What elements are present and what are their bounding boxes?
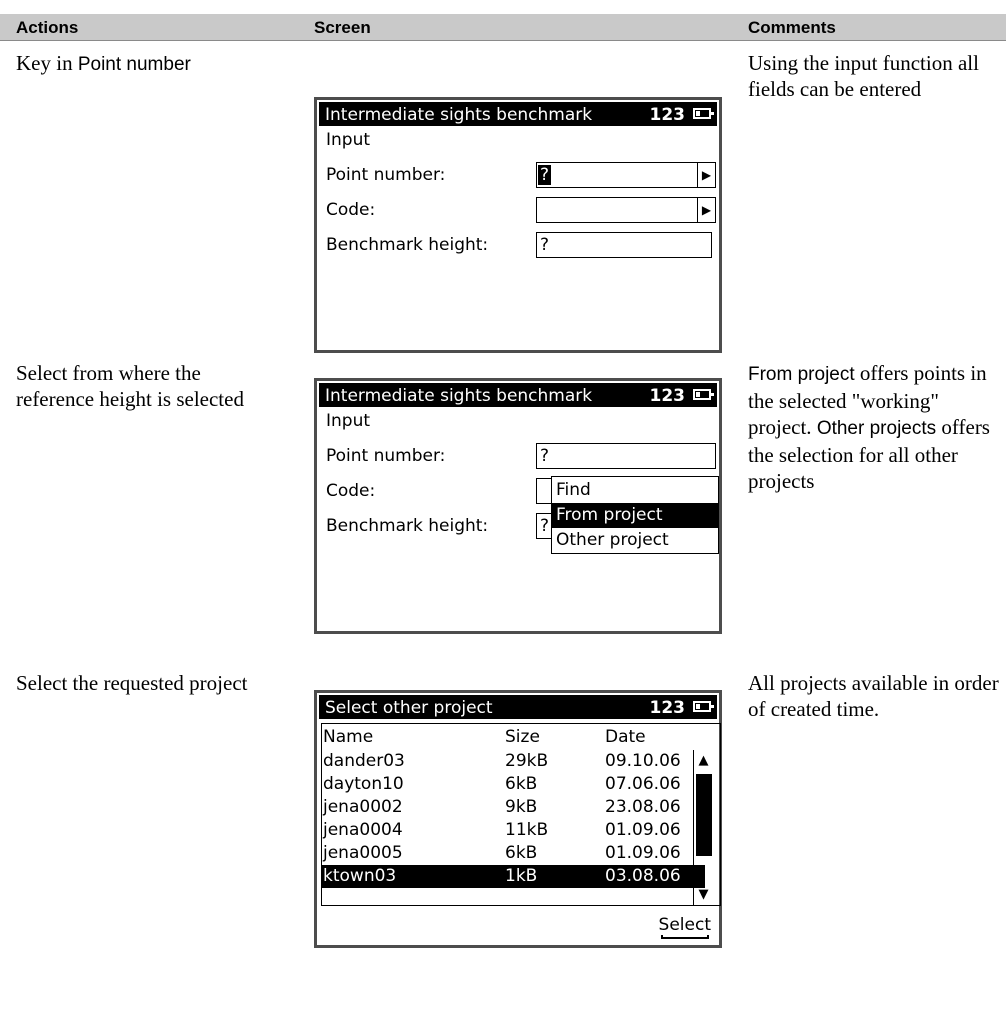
- field-label: Point number:: [326, 446, 446, 466]
- table-header: Actions Screen Comments: [0, 14, 1006, 41]
- table-row[interactable]: jena0004 11kB 01.09.06: [321, 819, 705, 842]
- menu-item-find[interactable]: Find: [552, 478, 718, 503]
- table-row[interactable]: jena0005 6kB 01.09.06: [321, 842, 705, 865]
- benchmark-height-field[interactable]: ?: [536, 232, 712, 258]
- table-header-row: Name Size Date: [321, 726, 705, 749]
- menu-item-other-project[interactable]: Other project: [552, 528, 718, 553]
- comment-text: From project offers points in the select…: [748, 361, 990, 493]
- action-text: Key in Point number: [16, 51, 191, 75]
- select-softkey[interactable]: Select: [659, 915, 711, 939]
- battery-icon: [693, 108, 714, 119]
- screen-title-bar: Intermediate sights benchmark 123: [319, 102, 717, 126]
- arrow-right-icon[interactable]: ▶: [697, 163, 715, 187]
- header-screen: Screen: [314, 18, 371, 37]
- field-value: ?: [538, 165, 552, 185]
- screen-title-bar: Intermediate sights benchmark 123: [319, 383, 717, 407]
- field-label: Point number:: [326, 165, 446, 185]
- scrollbar-thumb[interactable]: [696, 774, 712, 856]
- input-mode-indicator: 123: [649, 698, 686, 718]
- softkey-bracket-icon: [660, 935, 709, 939]
- field-value: ?: [540, 235, 550, 255]
- scroll-up-arrow-icon[interactable]: ▲: [694, 750, 713, 772]
- scrollbar[interactable]: ▲ ▼: [693, 750, 713, 906]
- menu-item-from-project[interactable]: From project: [552, 503, 718, 528]
- column-header-size: Size: [505, 727, 540, 747]
- screen-title: Intermediate sights benchmark: [325, 105, 593, 125]
- arrow-right-icon[interactable]: ▶: [697, 198, 715, 222]
- screen-subtitle: Input: [326, 411, 371, 431]
- scroll-down-arrow-icon[interactable]: ▼: [694, 884, 713, 906]
- comment-text: All projects available in order of creat…: [748, 671, 999, 721]
- select-softkey-label: Select: [658, 915, 711, 935]
- point-number-field[interactable]: ?: [536, 443, 716, 469]
- battery-icon: [693, 389, 714, 400]
- screen-title: Intermediate sights benchmark: [325, 386, 593, 406]
- column-header-name: Name: [323, 727, 374, 747]
- device-screen-project-list: Select other project 123 Name Size Date …: [314, 690, 722, 948]
- source-popup-menu: Find From project Other project: [551, 476, 719, 554]
- battery-icon: [693, 701, 714, 712]
- input-mode-indicator: 123: [649, 105, 686, 125]
- comment-text: Using the input function all fields can …: [748, 51, 979, 101]
- table-row[interactable]: dander03 29kB 09.10.06: [321, 750, 705, 773]
- device-screen-menu: Intermediate sights benchmark 123 Input …: [314, 378, 722, 634]
- device-screen-input: Intermediate sights benchmark 123 Input …: [314, 97, 722, 353]
- table-row[interactable]: dayton10 6kB 07.06.06: [321, 773, 705, 796]
- field-label: Benchmark height:: [326, 235, 489, 255]
- table-row-selected[interactable]: ktown03 1kB 03.08.06: [321, 865, 705, 888]
- action-text: Select from where the reference height i…: [16, 361, 244, 411]
- screen-title-bar: Select other project 123: [319, 695, 717, 719]
- field-value: ?: [540, 516, 550, 536]
- table-row[interactable]: jena0002 9kB 23.08.06: [321, 796, 705, 819]
- action-text: Select the requested project: [16, 671, 248, 695]
- screen-title: Select other project: [325, 698, 493, 718]
- point-number-field[interactable]: ? ▶: [536, 162, 716, 188]
- field-value: ?: [540, 446, 550, 466]
- header-comments: Comments: [748, 18, 836, 37]
- column-header-date: Date: [605, 727, 646, 747]
- code-field[interactable]: ▶: [536, 197, 716, 223]
- field-label: Code:: [326, 200, 376, 220]
- header-actions: Actions: [16, 18, 79, 37]
- input-mode-indicator: 123: [649, 386, 686, 406]
- field-label: Code:: [326, 481, 376, 501]
- field-label: Benchmark height:: [326, 516, 489, 536]
- screen-subtitle: Input: [326, 130, 371, 150]
